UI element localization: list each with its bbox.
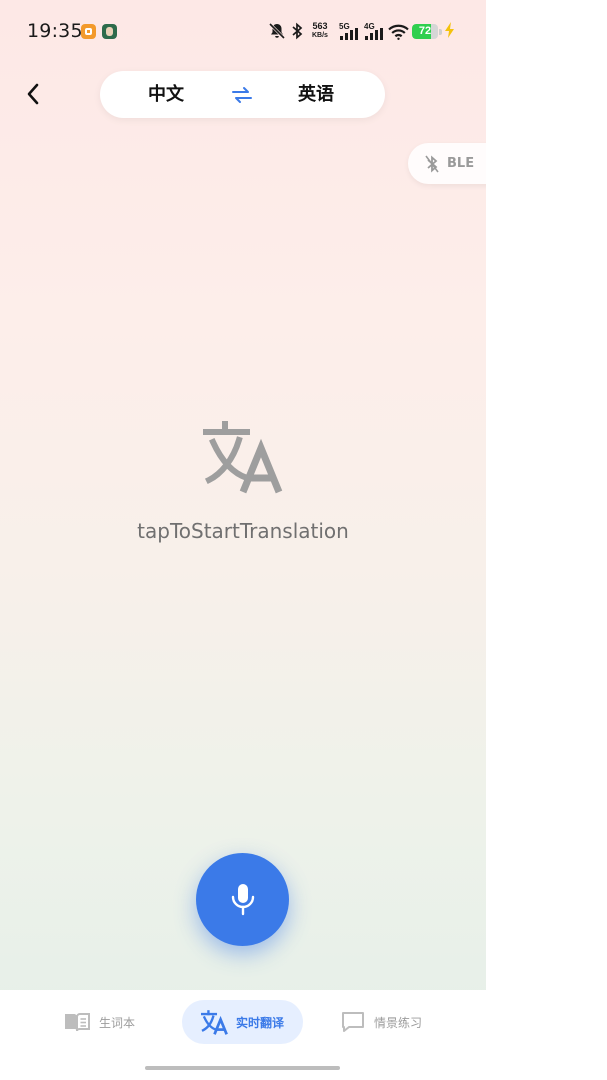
translate-icon [203,421,283,494]
status-time: 19:35 [27,20,83,42]
nav-scenario-practice[interactable]: 情景练习 [340,1000,422,1044]
battery-indicator: 72 [412,24,438,39]
battery-level: 72 [418,25,432,37]
mute-bell-icon [268,22,286,40]
charging-bolt-icon [445,22,454,38]
battery-tip [439,29,442,35]
microphone-button[interactable] [196,853,289,946]
start-translation-hint: tapToStartTranslation [137,519,349,543]
bluetooth-icon [292,22,303,40]
source-language-button[interactable]: 中文 [148,71,184,118]
chevron-left-icon [27,83,39,105]
network-speed: 563 KB/s [312,22,328,40]
chat-icon [342,1012,364,1032]
status-bar: 19:35 563 KB/s 5G 4G 72 [0,0,486,62]
app-screen: 19:35 563 KB/s 5G 4G 72 中文 英语 BLE tapToS… [0,0,486,1080]
nav-realtime-translation-label: 实时翻译 [235,1015,284,1030]
book-icon [65,1013,90,1032]
translate-icon [200,1009,228,1035]
ble-label: BLE [447,156,475,171]
notification-avatar-icon [102,24,117,39]
nav-scenario-practice-label: 情景练习 [374,1015,423,1030]
language-selector: 中文 英语 [100,71,385,118]
swap-languages-icon[interactable] [230,83,254,107]
back-button[interactable] [18,78,48,110]
bluetooth-disabled-icon [425,155,439,173]
microphone-icon [231,883,254,915]
home-indicator[interactable] [145,1066,340,1070]
nav-realtime-translation[interactable]: 实时翻译 [182,1000,303,1044]
signal-4g-icon [365,28,383,40]
nav-vocabulary-label: 生词本 [99,1015,136,1030]
network-speed-value: 563 [312,21,328,31]
nav-vocabulary[interactable]: 生词本 [63,1000,135,1044]
wifi-icon [388,24,409,40]
target-language-button[interactable]: 英语 [298,71,334,118]
signal-5g-icon [340,28,358,40]
notification-app-icon [81,24,96,39]
network-speed-unit: KB/s [312,32,328,39]
ble-status-button[interactable]: BLE [408,143,486,184]
